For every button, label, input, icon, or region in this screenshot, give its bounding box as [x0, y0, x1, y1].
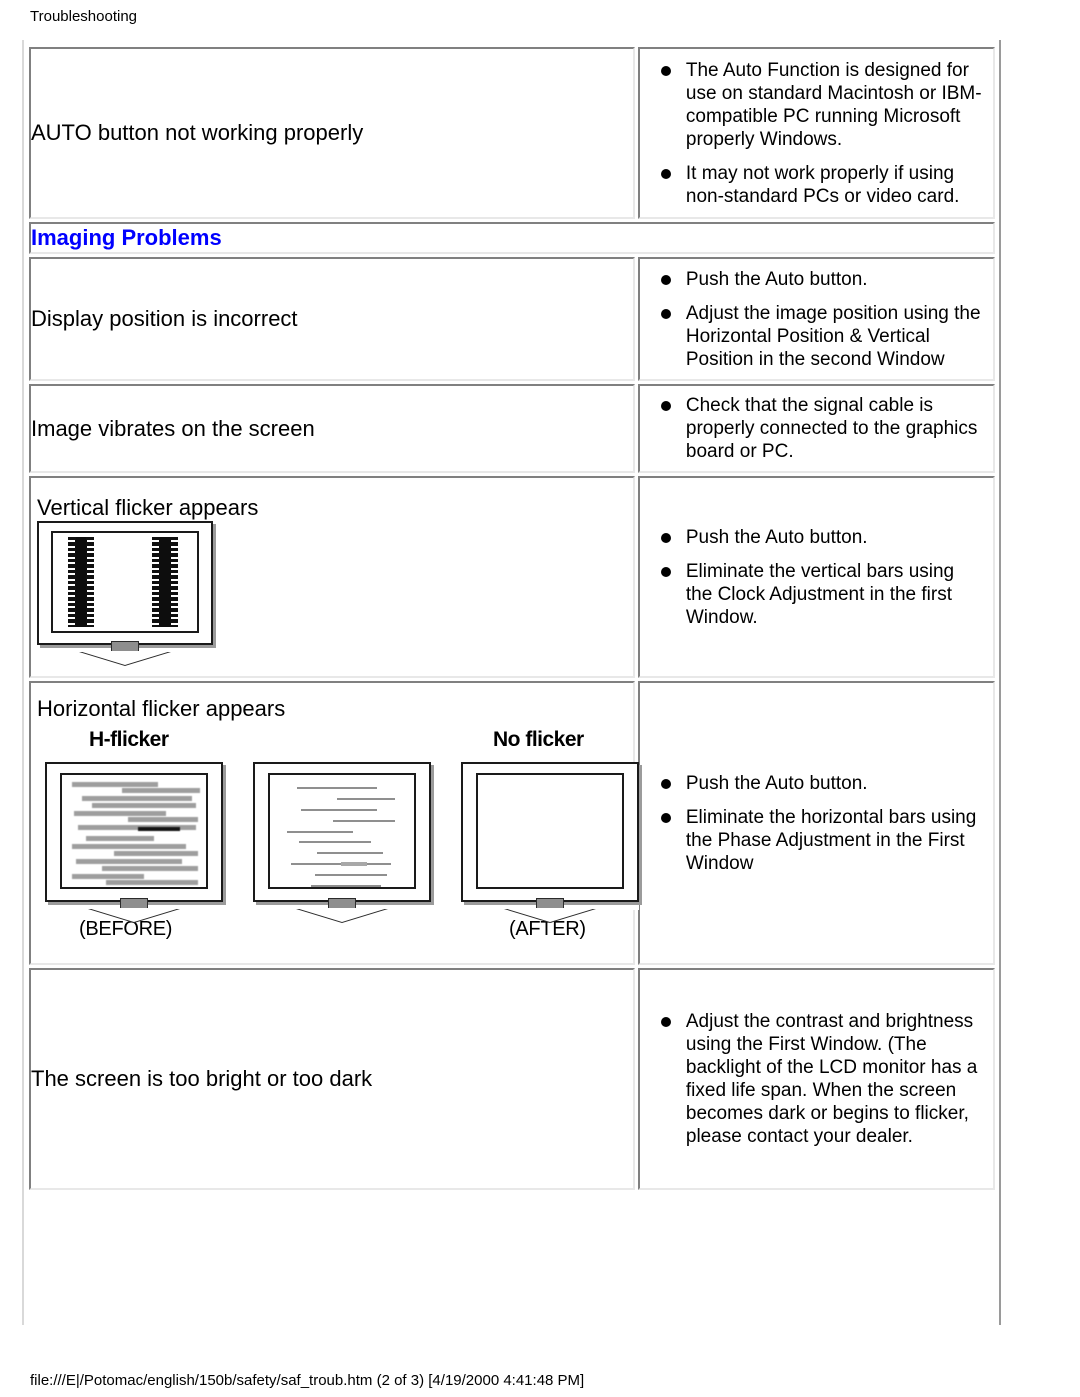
vertical-noise-bar — [68, 537, 94, 627]
monitor-base — [79, 651, 171, 665]
monitor-case — [37, 521, 213, 665]
section-banner-cell: Imaging Problems — [29, 222, 995, 254]
bullet-icon — [660, 1017, 671, 1027]
symptom-cell-display-position: Display position is incorrect — [29, 257, 635, 381]
list-item: Adjust the image position using the Hori… — [654, 302, 983, 371]
caption-h-flicker: H-flicker — [89, 728, 169, 751]
page-frame-left-rule — [22, 40, 24, 1325]
list-item: Check that the signal cable is properly … — [654, 394, 983, 463]
monitor-case — [253, 762, 431, 922]
monitor-base — [504, 908, 596, 922]
monitor-case — [461, 762, 639, 922]
symptom-label: Display position is incorrect — [31, 306, 298, 331]
list-item: Push the Auto button. — [654, 526, 983, 549]
symptom-label: AUTO button not working properly — [31, 120, 364, 145]
symptom-cell-vertical-flicker: Vertical flicker appears — [29, 476, 635, 678]
list-item-text: Eliminate the vertical bars using the Cl… — [685, 560, 955, 628]
bullet-icon — [660, 532, 671, 543]
list-item-text: Adjust the image position using the Hori… — [685, 302, 981, 370]
list-item-text: Push the Auto button. — [685, 772, 868, 794]
symptom-cell-horizontal-flicker: Horizontal flicker appears H-flicker No … — [29, 681, 639, 965]
caption-no-flicker: No flicker — [493, 728, 584, 751]
solution-cell-brightness: Adjust the contrast and brightness using… — [637, 968, 995, 1190]
list-item: Push the Auto button. — [654, 268, 983, 291]
vertical-noise-bar — [152, 537, 178, 627]
bullet-icon — [660, 168, 671, 179]
monitor-base — [88, 908, 180, 922]
solution-cell-display-position: Push the Auto button. Adjust the image p… — [637, 257, 995, 381]
table-row: Image vibrates on the screen Check that … — [29, 384, 995, 473]
symptom-label: Horizontal flicker appears — [37, 696, 286, 721]
bullet-icon — [660, 65, 671, 76]
blurred-text-lines — [66, 778, 202, 885]
list-item: It may not work properly if using non-st… — [654, 162, 983, 208]
solution-list: Check that the signal cable is properly … — [640, 386, 993, 471]
footer-path: file:///E|/Potomac/english/150b/safety/s… — [30, 1372, 585, 1389]
table-row: Vertical flicker appears Push the Auto b… — [29, 476, 995, 678]
symptom-cell-auto-button: AUTO button not working properly — [29, 47, 635, 219]
symptom-label: Image vibrates on the screen — [31, 415, 315, 441]
list-item-text: Push the Auto button. — [685, 526, 868, 548]
solution-cell-horizontal-flicker: Push the Auto button. Eliminate the hori… — [637, 681, 995, 965]
monitor-screen — [268, 773, 416, 889]
list-item-text: Eliminate the horizontal bars using the … — [685, 806, 977, 874]
monitor-screen — [51, 531, 199, 633]
solution-list: Push the Auto button. Eliminate the hori… — [640, 764, 993, 883]
text-lines — [275, 779, 409, 887]
monitor-before-icon — [45, 762, 223, 922]
monitor-screen — [60, 773, 208, 889]
solution-list: Push the Auto button. Adjust the image p… — [640, 260, 993, 379]
bullet-icon — [660, 274, 671, 285]
list-item: Eliminate the horizontal bars using the … — [654, 806, 983, 875]
symptom-cell-brightness: The screen is too bright or too dark — [29, 968, 635, 1190]
table-row: Imaging Problems — [29, 222, 995, 254]
solution-cell-image-vibrates: Check that the signal cable is properly … — [637, 384, 995, 473]
solution-list: Push the Auto button. Eliminate the vert… — [640, 512, 993, 643]
bullet-icon — [660, 308, 671, 319]
table-row: The screen is too bright or too dark Adj… — [29, 968, 995, 1190]
list-item: Adjust the contrast and brightness using… — [654, 1010, 983, 1148]
monitor-screen — [476, 773, 624, 889]
list-item-text: The Auto Function is designed for use on… — [685, 59, 982, 150]
page-header: Troubleshooting — [30, 8, 138, 25]
symptom-label: The screen is too bright or too dark — [31, 1066, 373, 1091]
bullet-icon — [660, 812, 671, 823]
table-row: Horizontal flicker appears H-flicker No … — [29, 681, 995, 965]
table-row: Display position is incorrect Push the A… — [29, 257, 995, 381]
monitor-after-icon — [461, 762, 639, 922]
monitor-case — [45, 762, 223, 922]
list-item-text: Push the Auto button. — [685, 268, 868, 290]
monitor-vertical-flicker-icon — [37, 521, 213, 665]
horizontal-flicker-illustration: H-flicker No flicker (BEFORE) (AFTER) — [31, 722, 639, 954]
solution-cell-auto-button: The Auto Function is designed for use on… — [637, 47, 995, 219]
monitor-middle-icon — [253, 762, 431, 922]
list-item: Push the Auto button. — [654, 772, 983, 795]
solution-list: Adjust the contrast and brightness using… — [640, 1002, 993, 1156]
list-item-text: Check that the signal cable is properly … — [685, 395, 978, 462]
list-item-text: It may not work properly if using non-st… — [685, 162, 960, 207]
bullet-icon — [660, 778, 671, 789]
symptom-cell-image-vibrates: Image vibrates on the screen — [29, 384, 635, 473]
troubleshooting-table: AUTO button not working properly The Aut… — [26, 44, 998, 1193]
section-banner-label: Imaging Problems — [31, 225, 222, 250]
solution-cell-vertical-flicker: Push the Auto button. Eliminate the vert… — [637, 476, 995, 678]
symptom-label: Vertical flicker appears — [37, 495, 259, 520]
bullet-icon — [660, 566, 671, 577]
page-frame-right-rule — [999, 40, 1001, 1325]
list-item: The Auto Function is designed for use on… — [654, 59, 983, 151]
list-item-text: Adjust the contrast and brightness using… — [685, 1011, 978, 1147]
vertical-flicker-illustration — [31, 521, 633, 665]
monitor-base — [296, 908, 388, 922]
list-item: Eliminate the vertical bars using the Cl… — [654, 560, 983, 629]
solution-list: The Auto Function is designed for use on… — [640, 51, 993, 216]
bullet-icon — [660, 401, 671, 411]
table-row: AUTO button not working properly The Aut… — [29, 47, 995, 219]
